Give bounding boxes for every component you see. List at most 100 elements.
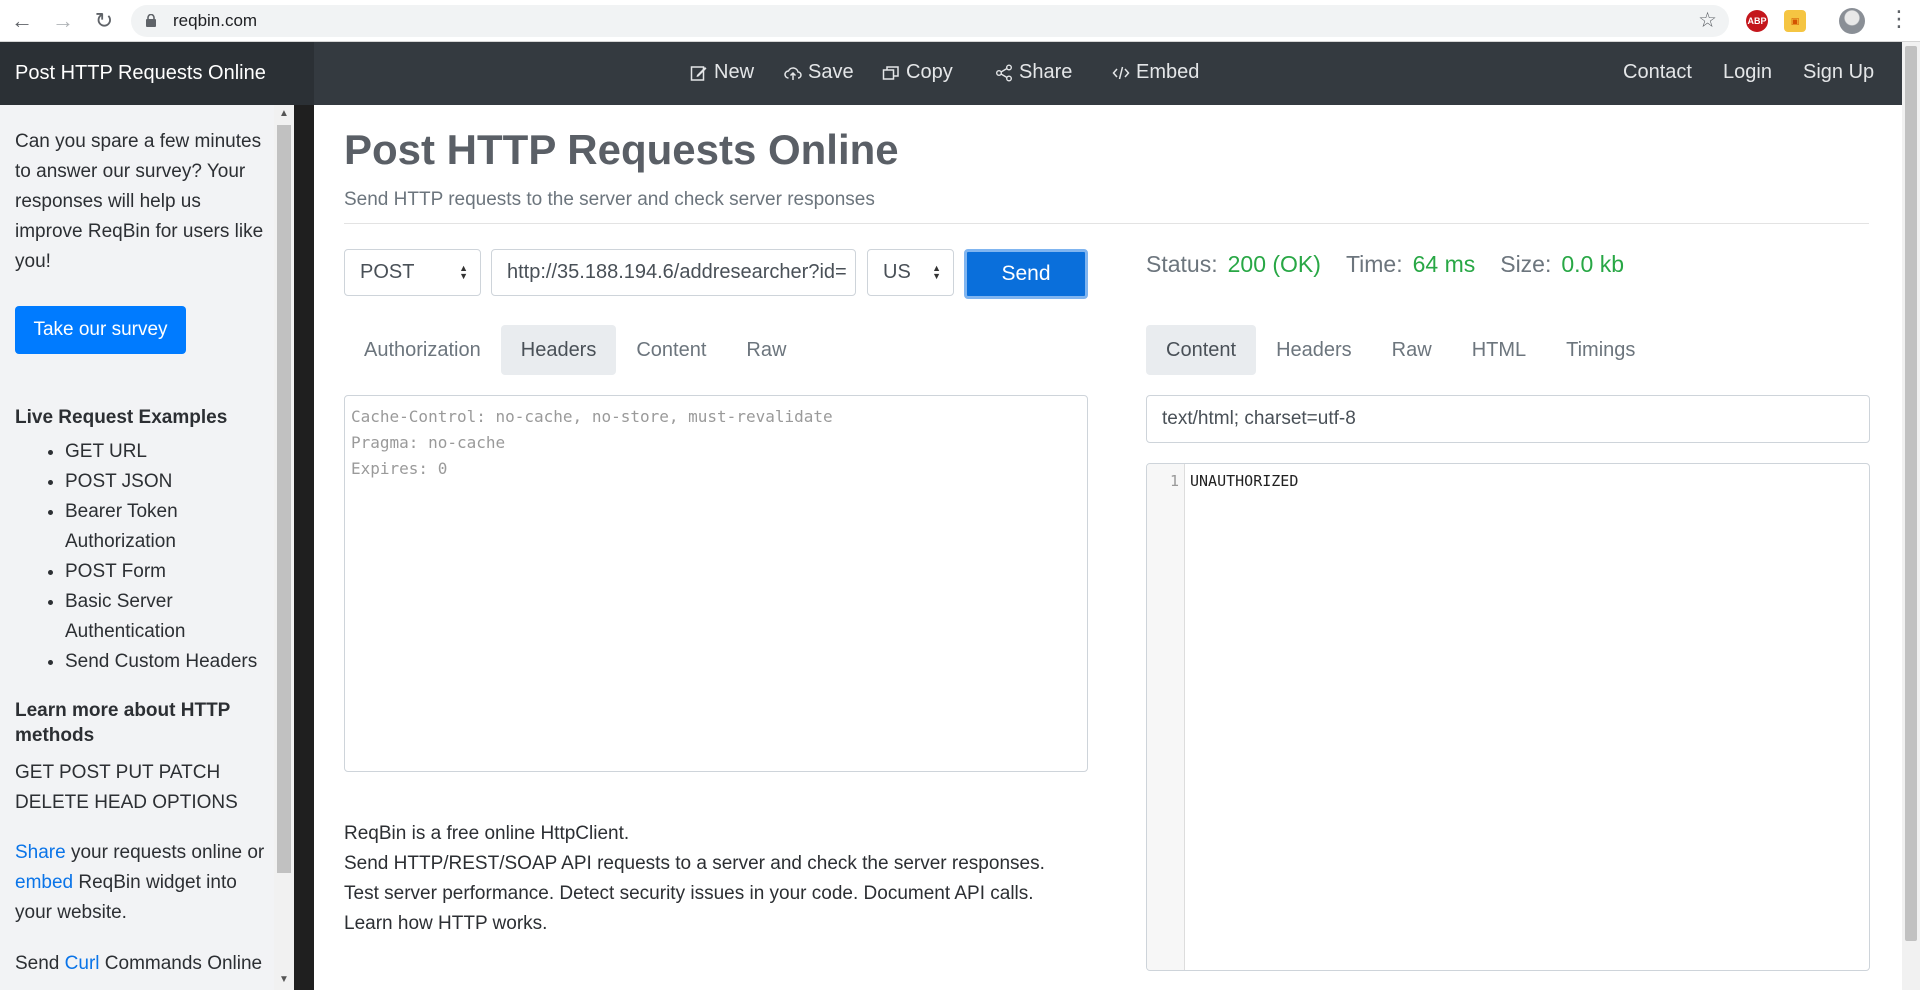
response-tab-content[interactable]: Content xyxy=(1146,325,1257,375)
login-link[interactable]: Login xyxy=(1723,61,1772,84)
response-tabs: Content Headers Raw HTML Timings xyxy=(1146,325,1655,375)
divider xyxy=(344,223,1869,224)
address-bar[interactable]: reqbin.com ☆ xyxy=(131,5,1729,37)
brand-title[interactable]: Post HTTP Requests Online xyxy=(15,62,266,85)
browser-toolbar: ← → ↻ reqbin.com ☆ ABP ▣ ⋮ xyxy=(0,0,1920,42)
new-button[interactable]: New xyxy=(690,61,754,84)
example-link-post-form[interactable]: POST Form xyxy=(65,557,270,587)
methods-heading: Learn more about HTTP methods xyxy=(15,700,231,746)
copy-label: Copy xyxy=(906,61,953,83)
region-select[interactable]: US ▲ ▼ xyxy=(867,249,954,296)
tab-content[interactable]: Content xyxy=(616,325,726,375)
page-scrollbar-thumb[interactable] xyxy=(1905,46,1917,941)
tab-raw[interactable]: Raw xyxy=(726,325,806,375)
copy-icon xyxy=(882,65,899,80)
response-tab-headers[interactable]: Headers xyxy=(1256,325,1372,375)
region-value: US xyxy=(883,261,911,283)
size-value: 0.0 kb xyxy=(1561,251,1625,277)
methods-line-1[interactable]: GET POST PUT PATCH xyxy=(15,758,265,788)
adblock-extension-icon[interactable]: ABP xyxy=(1746,10,1768,32)
status-group: Status: 200 (OK) xyxy=(1146,251,1321,278)
status-value: 200 (OK) xyxy=(1227,251,1321,277)
send-button[interactable]: Send xyxy=(964,249,1088,299)
curl-suffix: Commands Online xyxy=(99,953,263,974)
survey-text: Can you spare a few minutes to answer ou… xyxy=(15,131,264,272)
about-line-2: Send HTTP/REST/SOAP API requests to a se… xyxy=(344,853,1045,874)
about-line-3: Test server performance. Detect security… xyxy=(344,883,1034,904)
share-icon xyxy=(996,64,1012,81)
share-text-1: your requests online or xyxy=(65,842,265,863)
select-caret-icon: ▲ ▼ xyxy=(459,263,468,281)
examples-heading: Live Request Examples xyxy=(15,407,228,428)
method-value: POST xyxy=(360,261,415,283)
share-link[interactable]: Share xyxy=(15,842,66,863)
example-link-bearer-token[interactable]: Bearer Token Authorization xyxy=(65,497,270,557)
method-select[interactable]: POST ▲ ▼ xyxy=(344,249,481,296)
response-body[interactable]: UNAUTHORIZED xyxy=(1190,472,1298,490)
code-icon xyxy=(1112,66,1130,79)
reload-icon[interactable]: ↻ xyxy=(90,7,118,35)
time-label: Time: xyxy=(1345,251,1403,277)
size-group: Size: 0.0 kb xyxy=(1500,251,1624,278)
content-type-field[interactable]: text/html; charset=utf-8 xyxy=(1146,395,1870,443)
embed-button[interactable]: Embed xyxy=(1112,61,1199,84)
scroll-down-arrow-icon[interactable]: ▼ xyxy=(279,974,289,985)
cloud-upload-icon xyxy=(784,66,802,80)
save-button[interactable]: Save xyxy=(784,61,854,84)
size-label: Size: xyxy=(1500,251,1552,277)
headers-textarea[interactable]: Cache-Control: no-cache, no-store, must-… xyxy=(344,395,1088,772)
signup-link[interactable]: Sign Up xyxy=(1803,61,1874,84)
tab-headers[interactable]: Headers xyxy=(500,325,617,375)
main-content: Post HTTP Requests Online Send HTTP requ… xyxy=(314,105,1902,990)
contact-link[interactable]: Contact xyxy=(1623,61,1692,84)
share-label: Share xyxy=(1019,61,1073,83)
embed-link[interactable]: embed xyxy=(15,872,73,893)
status-label: Status: xyxy=(1146,251,1218,277)
methods-line-2[interactable]: DELETE HEAD OPTIONS xyxy=(15,788,265,818)
time-value: 64 ms xyxy=(1412,251,1476,277)
new-label: New xyxy=(714,61,755,83)
curl-paragraph: Send Curl Commands Online xyxy=(15,949,273,979)
tab-authorization[interactable]: Authorization xyxy=(344,325,501,375)
examples-list: GET URL POST JSON Bearer Token Authoriza… xyxy=(65,437,270,677)
page-scrollbar[interactable] xyxy=(1902,42,1920,990)
response-tab-timings[interactable]: Timings xyxy=(1546,325,1655,375)
example-link-get-url[interactable]: GET URL xyxy=(65,437,270,467)
take-survey-button[interactable]: Take our survey xyxy=(15,306,186,354)
bookmark-star-icon[interactable]: ☆ xyxy=(1698,8,1717,33)
example-link-basic-auth[interactable]: Basic Server Authentication xyxy=(65,587,270,647)
save-label: Save xyxy=(808,61,854,83)
about-text: ReqBin is a free online HttpClient. Send… xyxy=(344,819,1045,939)
scroll-up-arrow-icon[interactable]: ▲ xyxy=(279,108,289,119)
share-button[interactable]: Share xyxy=(995,61,1072,84)
example-link-post-json[interactable]: POST JSON xyxy=(65,467,270,497)
back-icon[interactable]: ← xyxy=(8,7,36,35)
url-input[interactable]: http://35.188.194.6/addresearcher?id= xyxy=(491,249,856,296)
response-tab-html[interactable]: HTML xyxy=(1452,325,1546,375)
forward-icon[interactable]: → xyxy=(49,7,77,35)
address-text[interactable]: reqbin.com xyxy=(173,11,257,31)
about-line-1: ReqBin is a free online HttpClient. xyxy=(344,823,630,844)
share-paragraph: Share your requests online or embed ReqB… xyxy=(15,838,273,928)
select-caret-icon: ▲ ▼ xyxy=(932,263,941,281)
methods-links: GET POST PUT PATCH DELETE HEAD OPTIONS xyxy=(15,758,265,818)
about-line-4: Learn how HTTP works. xyxy=(344,913,548,934)
sidebar-scrollbar-thumb[interactable] xyxy=(277,125,291,873)
response-summary: Status: 200 (OK) Time: 64 ms Size: 0.0 kb xyxy=(1146,251,1624,278)
curl-link[interactable]: Curl xyxy=(65,953,100,974)
copy-button[interactable]: Copy xyxy=(882,61,953,84)
site-navbar: Post HTTP Requests Online New Save Copy … xyxy=(0,42,1902,105)
extension-icon[interactable]: ▣ xyxy=(1784,10,1806,32)
line-number-gutter: 1 xyxy=(1147,464,1185,970)
browser-menu-icon[interactable]: ⋮ xyxy=(1888,6,1910,32)
line-number: 1 xyxy=(1169,472,1179,490)
response-tab-raw[interactable]: Raw xyxy=(1372,325,1452,375)
lock-icon xyxy=(146,14,156,27)
edit-icon xyxy=(690,65,707,81)
response-editor[interactable]: 1 UNAUTHORIZED xyxy=(1146,463,1870,971)
curl-prefix: Send xyxy=(15,953,65,974)
example-link-custom-headers[interactable]: Send Custom Headers xyxy=(65,647,270,677)
profile-avatar[interactable] xyxy=(1839,8,1865,34)
page-title: Post HTTP Requests Online xyxy=(344,126,899,173)
time-group: Time: 64 ms xyxy=(1346,251,1475,278)
